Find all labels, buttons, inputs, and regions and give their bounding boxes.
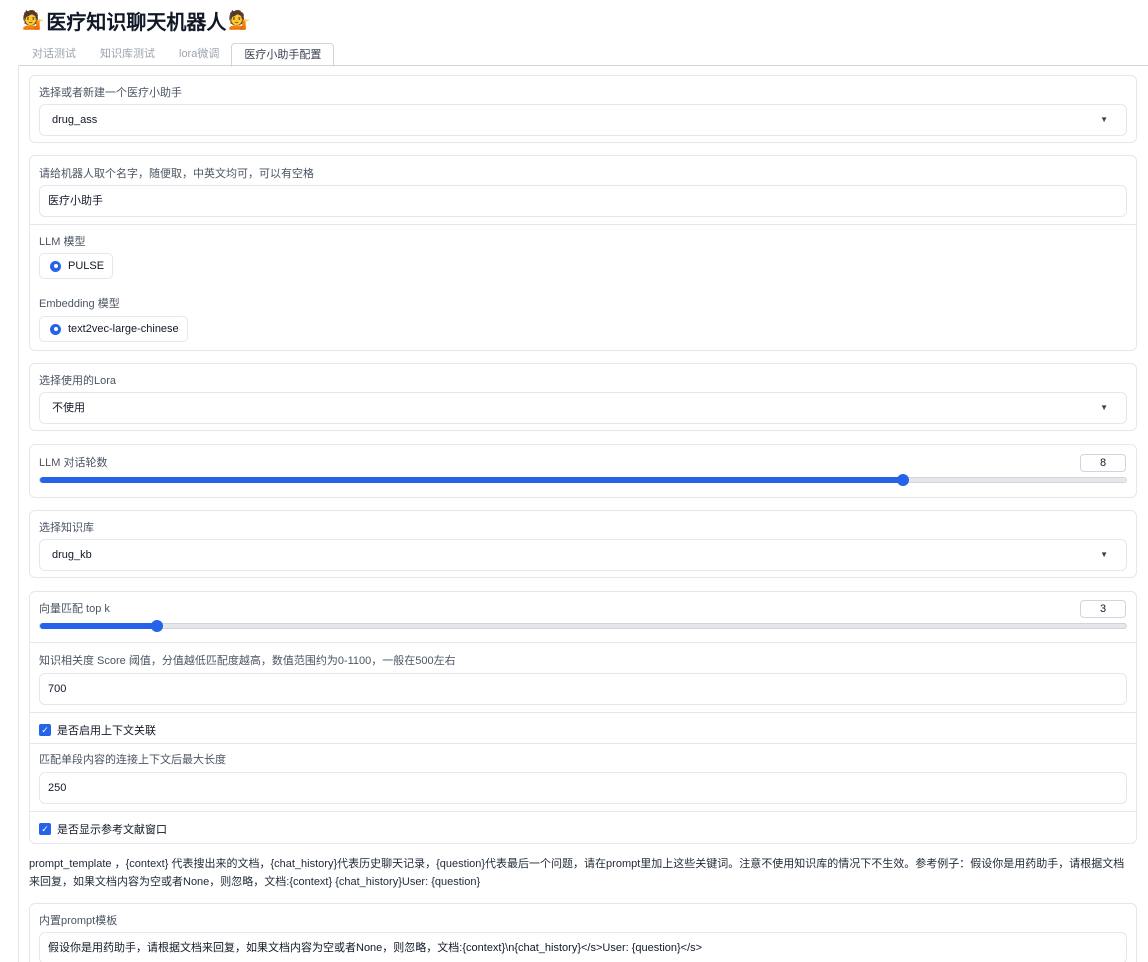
caret-down-icon: ▼ [1100, 550, 1108, 559]
context-toggle-label: 是否启用上下文关联 [57, 725, 156, 737]
llm-model-radio-pulse[interactable]: PULSE [39, 253, 114, 279]
chunk-size-label: 匹配单段内容的连接上下文后最大长度 [39, 754, 226, 766]
score-threshold-label: 知识相关度 Score 阈值，分值越低匹配度越高，数值范围约为0-1100，一般… [39, 655, 456, 667]
top-k-label: 向量匹配 top k [39, 603, 110, 615]
kb-select-value: drug_kb [52, 549, 92, 561]
person-tipping-hand-icon: 💁 [228, 9, 251, 30]
top-k-number-input[interactable]: 3 [1080, 600, 1126, 618]
radio-dot-icon [50, 323, 61, 335]
tab-kb-test[interactable]: 知识库测试 [88, 43, 167, 66]
bot-settings-block: 请给机器人取个名字，随便取，中英文均可，可以有空格 医疗小助手 LLM 模型 P… [29, 155, 1137, 351]
slider-thumb[interactable] [897, 474, 910, 486]
assistant-select-value: drug_ass [52, 114, 98, 126]
check-icon: ✓ [39, 823, 51, 835]
lora-select-block: 选择使用的Lora 不使用 ▼ [29, 363, 1137, 431]
llm-model-label: LLM 模型 [39, 236, 86, 248]
divider [30, 743, 1136, 744]
embedding-model-radio[interactable]: text2vec-large-chinese [39, 316, 188, 342]
person-tipping-hand-icon: 💁 [22, 9, 45, 30]
llm-rounds-slider[interactable] [39, 474, 1127, 486]
score-threshold-input[interactable]: 700 [39, 673, 1127, 705]
kb-select-label: 选择知识库 [39, 522, 94, 534]
assistant-select-block: 选择或者新建一个医疗小助手 drug_ass ▼ [29, 75, 1137, 143]
assistant-select-dropdown[interactable]: drug_ass ▼ [39, 104, 1127, 136]
show-refs-label: 是否显示参考文献窗口 [57, 824, 167, 836]
tab-bar: 对话测试 知识库测试 lora微调 医疗小助手配置 [20, 43, 335, 67]
show-refs-checkbox[interactable]: ✓ 是否显示参考文献窗口 [39, 821, 167, 837]
llm-rounds-block: LLM 对话轮数 8 [29, 444, 1137, 498]
divider [30, 712, 1136, 713]
divider [30, 224, 1136, 225]
app-title: 医疗知识聊天机器人 [46, 11, 227, 34]
check-icon: ✓ [39, 724, 51, 736]
top-k-slider[interactable] [39, 620, 1127, 632]
chunk-size-input[interactable]: 250 [39, 772, 1127, 804]
assistant-select-label: 选择或者新建一个医疗小助手 [39, 87, 182, 99]
caret-down-icon: ▼ [1100, 115, 1108, 124]
caret-down-icon: ▼ [1100, 403, 1108, 412]
bot-name-label: 请给机器人取个名字，随便取，中英文均可，可以有空格 [39, 168, 314, 180]
slider-fill [40, 477, 904, 483]
radio-dot-icon [50, 260, 61, 272]
lora-select-label: 选择使用的Lora [39, 375, 117, 387]
divider [30, 811, 1136, 812]
page-title: 💁 医疗知识聊天机器人 💁 [20, 7, 253, 34]
context-toggle-checkbox[interactable]: ✓ 是否启用上下文关联 [39, 722, 156, 738]
tab-assistant-config[interactable]: 医疗小助手配置 [231, 43, 335, 67]
lora-select-value: 不使用 [52, 402, 85, 414]
prompt-template-label: 内置prompt模板 [39, 915, 118, 927]
embedding-model-label: Embedding 模型 [39, 298, 120, 310]
embedding-model-option-label: text2vec-large-chinese [68, 323, 179, 335]
bot-name-input[interactable]: 医疗小助手 [39, 185, 1127, 217]
slider-fill [40, 623, 158, 629]
tab-divider [18, 65, 1148, 66]
lora-select-dropdown[interactable]: 不使用 ▼ [39, 392, 1127, 424]
retrieval-settings-block: 向量匹配 top k 3 知识相关度 Score 阈值，分值越低匹配度越高，数值… [29, 591, 1137, 844]
prompt-template-description: prompt_template ，{context} 代表搜出来的文档，{cha… [29, 858, 1125, 888]
tab-panel-border [18, 65, 19, 962]
kb-select-block: 选择知识库 drug_kb ▼ [29, 510, 1137, 578]
prompt-template-block: 内置prompt模板 假设你是用药助手，请根据文档来回复，如果文档内容为空或者N… [29, 903, 1137, 962]
kb-select-dropdown[interactable]: drug_kb ▼ [39, 539, 1127, 571]
llm-rounds-number-input[interactable]: 8 [1080, 454, 1126, 472]
tab-lora-finetune[interactable]: lora微调 [167, 43, 231, 66]
divider [30, 642, 1136, 643]
slider-thumb[interactable] [151, 620, 164, 632]
llm-model-option-label: PULSE [68, 260, 105, 272]
tab-chat-test[interactable]: 对话测试 [20, 43, 88, 66]
prompt-template-input[interactable]: 假设你是用药助手，请根据文档来回复，如果文档内容为空或者None，则忽略，文档:… [39, 932, 1127, 962]
llm-rounds-label: LLM 对话轮数 [39, 457, 108, 469]
